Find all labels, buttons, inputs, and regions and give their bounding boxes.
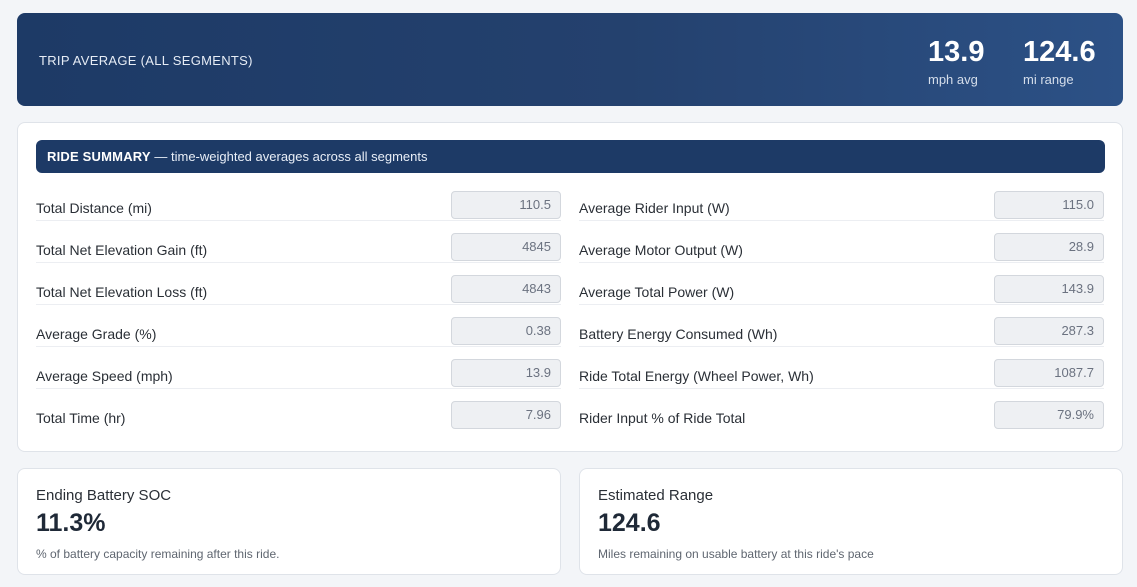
summary-row-label: Total Time (hr) xyxy=(36,410,126,426)
summary-row-label: Average Grade (%) xyxy=(36,326,157,342)
summary-row-value: 79.9% xyxy=(994,401,1104,429)
summary-row: Average Speed (mph) 13.9 xyxy=(36,347,561,389)
summary-row-value: 110.5 xyxy=(451,191,561,219)
summary-row: Total Net Elevation Loss (ft) 4843 xyxy=(36,263,561,305)
ending-soc-title: Ending Battery SOC xyxy=(36,487,172,504)
estimated-range-value: 124.6 xyxy=(598,509,661,537)
summary-row: Average Total Power (W) 143.9 xyxy=(579,263,1104,305)
summary-row-label: Rider Input % of Ride Total xyxy=(579,410,746,426)
banner-title: TRIP AVERAGE (ALL SEGMENTS) xyxy=(39,53,253,68)
summary-row-label: Battery Energy Consumed (Wh) xyxy=(579,326,778,342)
summary-row-label: Average Speed (mph) xyxy=(36,368,173,384)
avg-speed-stat: 13.9 mph avg xyxy=(928,35,984,87)
ride-summary-header: RIDE SUMMARY — time-weighted averages ac… xyxy=(36,140,1105,173)
range-stat: 124.6 mi range xyxy=(1023,35,1096,87)
ride-summary-header-title: RIDE SUMMARY xyxy=(47,149,151,164)
ride-summary-header-subtitle: — time-weighted averages across all segm… xyxy=(150,149,428,164)
avg-speed-value: 13.9 xyxy=(928,36,985,68)
summary-row-label: Ride Total Energy (Wheel Power, Wh) xyxy=(579,368,814,384)
summary-row-value: 143.9 xyxy=(994,275,1104,303)
summary-right-column: Average Rider Input (W) 115.0 Average Mo… xyxy=(579,179,1104,431)
summary-row: Rider Input % of Ride Total 79.9% xyxy=(579,389,1104,431)
estimated-range-title: Estimated Range xyxy=(598,487,714,504)
estimated-range-description: Miles remaining on usable battery at thi… xyxy=(598,547,874,561)
ending-soc-description: % of battery capacity remaining after th… xyxy=(36,547,280,561)
summary-row-label: Total Net Elevation Loss (ft) xyxy=(36,284,208,300)
summary-row: Total Net Elevation Gain (ft) 4845 xyxy=(36,221,561,263)
ending-soc-card: Ending Battery SOC 11.3% % of battery ca… xyxy=(17,468,561,575)
summary-row-value: 4845 xyxy=(451,233,561,261)
summary-row-value: 13.9 xyxy=(451,359,561,387)
summary-row-value: 287.3 xyxy=(994,317,1104,345)
trip-average-banner: TRIP AVERAGE (ALL SEGMENTS) 13.9 mph avg… xyxy=(17,13,1123,106)
ride-summary-card: RIDE SUMMARY — time-weighted averages ac… xyxy=(17,122,1123,452)
summary-row-value: 1087.7 xyxy=(994,359,1104,387)
summary-row-label: Average Rider Input (W) xyxy=(579,200,730,216)
summary-row-value: 4843 xyxy=(451,275,561,303)
summary-row-value: 28.9 xyxy=(994,233,1104,261)
summary-row: Average Rider Input (W) 115.0 xyxy=(579,179,1104,221)
summary-row-value: 0.38 xyxy=(451,317,561,345)
range-value: 124.6 xyxy=(1023,36,1096,68)
ending-soc-value: 11.3% xyxy=(36,509,106,537)
summary-row-value: 7.96 xyxy=(451,401,561,429)
avg-speed-unit: mph avg xyxy=(928,72,978,87)
summary-left-column: Total Distance (mi) 110.5 Total Net Elev… xyxy=(36,179,561,431)
summary-row: Total Time (hr) 7.96 xyxy=(36,389,561,431)
range-unit: mi range xyxy=(1023,72,1074,87)
summary-row: Ride Total Energy (Wheel Power, Wh) 1087… xyxy=(579,347,1104,389)
estimated-range-card: Estimated Range 124.6 Miles remaining on… xyxy=(579,468,1123,575)
summary-row-value: 115.0 xyxy=(994,191,1104,219)
summary-row-label: Total Net Elevation Gain (ft) xyxy=(36,242,208,258)
summary-row: Battery Energy Consumed (Wh) 287.3 xyxy=(579,305,1104,347)
summary-row: Total Distance (mi) 110.5 xyxy=(36,179,561,221)
summary-row-label: Average Motor Output (W) xyxy=(579,242,743,258)
summary-row-label: Total Distance (mi) xyxy=(36,200,152,216)
summary-row: Average Motor Output (W) 28.9 xyxy=(579,221,1104,263)
summary-row-label: Average Total Power (W) xyxy=(579,284,735,300)
summary-row: Average Grade (%) 0.38 xyxy=(36,305,561,347)
